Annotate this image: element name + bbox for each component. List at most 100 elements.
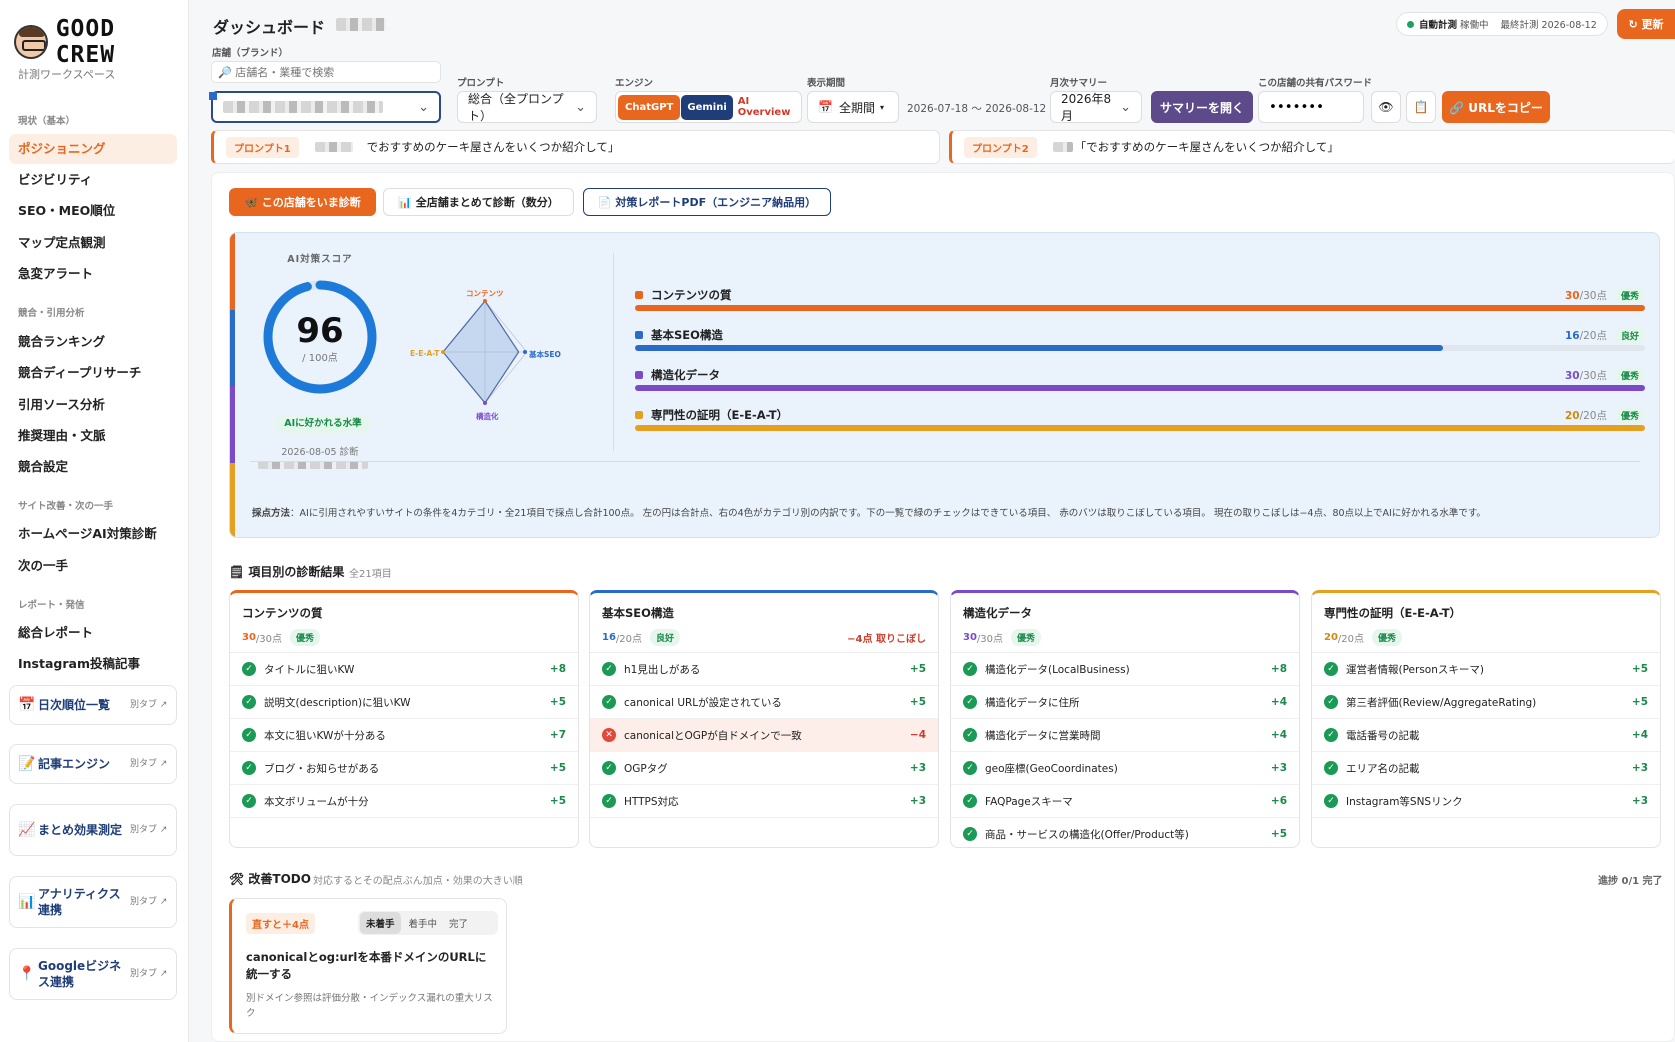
radar-point-structured (483, 401, 487, 405)
color-dot (635, 371, 643, 379)
check-list: ✓ タイトルに狙いKW +8 ✓ 説明文(description)に狙いKW +5 ✓ 本文に… (230, 653, 578, 818)
period-range: 2026-07-18 〜 2026-08-12 (907, 103, 1047, 115)
progress-fill (635, 345, 1443, 351)
method-prefix: 採点方法 (252, 508, 291, 519)
eye-icon: 👁 (1378, 100, 1394, 114)
refresh-button[interactable]: ↻ 更新 (1617, 9, 1675, 39)
item-label: 構造化データ(LocalBusiness) (985, 663, 1130, 676)
nav-citation-sources[interactable]: 引用ソース分析 (9, 390, 177, 420)
item-points: +5 (909, 696, 926, 708)
store-select[interactable] (211, 91, 441, 123)
item-label: canonical URLが設定されている (624, 696, 782, 709)
divider (613, 253, 614, 451)
nav-ai-diagnosis[interactable]: ホームページAI対策診断 (9, 519, 177, 549)
category-score: 30 (1564, 289, 1580, 302)
nav-map-observation[interactable]: マップ定点観測 (9, 228, 177, 258)
todo-gain-tag: 直すと＋4点 (246, 913, 315, 934)
status-not-started[interactable]: 未着手 (360, 912, 401, 934)
color-dot (635, 411, 643, 419)
category-card-structured: 構造化データ 30/30点 優秀 ✓ 構造化データ(LocalBusiness) +8… (950, 590, 1300, 848)
clipboard-button[interactable]: 📋 (1406, 91, 1436, 123)
grade-badge: 優秀 (1614, 367, 1645, 384)
summary-month-select[interactable]: 2026年8月 (1050, 91, 1142, 123)
nav-competitor-ranking[interactable]: 競合ランキング (9, 327, 177, 357)
calendar-icon: 📅 (18, 697, 36, 713)
check-item: ✓ タイトルに狙いKW +8 (230, 653, 578, 686)
nav-total-report[interactable]: 総合レポート (9, 618, 177, 648)
card-score: 16 (602, 632, 616, 643)
check-item: ✓ 構造化データ(LocalBusiness) +8 (951, 653, 1299, 686)
status-in-progress[interactable]: 着手中 (401, 912, 446, 934)
nav-visibility[interactable]: ビジビリティ (9, 165, 177, 195)
engine-chatgpt[interactable]: ChatGPT (618, 94, 681, 120)
item-label: Instagram等SNSリンク (1346, 795, 1463, 808)
share-password-field[interactable] (1258, 91, 1364, 123)
brand-logo[interactable]: GOOD CREW (14, 16, 188, 68)
show-password-button[interactable]: 👁 (1371, 91, 1401, 123)
check-item: ✓ 本文ボリュームが十分 +5 (230, 785, 578, 818)
period-select[interactable]: 📅 全期間 ▾ (807, 91, 899, 123)
status-done[interactable]: 完了 (445, 912, 472, 934)
card-google-business[interactable]: 📍 Googleビジネス連携 別タブ ↗ (9, 948, 177, 1000)
engine-ai-overview[interactable]: AI Overview (733, 89, 799, 125)
loss-note: −4点 取りこぼし (847, 634, 926, 645)
grade-badge: 優秀 (1372, 629, 1403, 646)
store-search-input[interactable] (211, 61, 441, 83)
nav-next-action[interactable]: 次の一手 (9, 551, 177, 581)
diagnose-now-button[interactable]: 🦋 この店舗をいま診断 (229, 188, 376, 216)
redacted-store-value (223, 101, 383, 113)
nav-alerts[interactable]: 急変アラート (9, 259, 177, 289)
memo-icon: 📝 (18, 756, 36, 772)
check-item: ✓ canonical URLが設定されている +5 (590, 686, 938, 719)
check-icon: ✓ (602, 695, 616, 709)
prompt-value: 総合（全プロンプト） (468, 92, 564, 123)
category-bar-eeat: 専門性の証明（E-E-A-T） 20/20点 優秀 (635, 407, 1645, 431)
card-analytics[interactable]: 📊 アナリティクス連携 別タブ ↗ (9, 876, 177, 928)
ai-score-section: AI対策スコア 96 / 100点 AIに好かれる水準 2026-08-05 診… (229, 232, 1660, 538)
todo-title: 🛠 改善TODO (229, 872, 311, 886)
sidebar: GOOD CREW 計測ワークスペース 現状（基本） ポジショニング ビジビリテ… (0, 0, 189, 1042)
item-points: +3 (909, 795, 926, 807)
todo-description: 別ドメイン参照は評価分散・インデックス漏れの重大リスク (246, 993, 493, 1019)
cross-icon: ✕ (602, 728, 616, 742)
check-icon: ✓ (1324, 662, 1338, 676)
progress-fill (635, 425, 1645, 431)
check-icon: ✓ (1324, 794, 1338, 808)
nav-section-reports: レポート・発信 (18, 600, 85, 611)
nav-positioning[interactable]: ポジショニング (9, 134, 177, 164)
card-daily-ranking[interactable]: 📅 日次順位一覧 別タブ ↗ (9, 685, 177, 725)
item-label: 構造化データに住所 (985, 696, 1080, 709)
copy-url-button[interactable]: 🔗 URLをコピー (1442, 91, 1550, 123)
engine-gemini[interactable]: Gemini (681, 94, 733, 120)
item-points: +3 (1631, 795, 1648, 807)
prompt-select[interactable]: 総合（全プロンプト） (457, 91, 597, 123)
todo-status-toggle: 未着手 着手中 完了 (358, 911, 498, 935)
nav-seo-meo[interactable]: SEO・MEO順位 (9, 196, 177, 226)
nav-competitor-research[interactable]: 競合ディープリサーチ (9, 358, 177, 388)
card-article-engine[interactable]: 📝 記事エンジン 別タブ ↗ (9, 744, 177, 784)
check-icon: ✓ (963, 827, 977, 841)
radar-label-content: コンテンツ (466, 289, 504, 298)
diagnosis-date: 2026-08-05 診断 (281, 447, 359, 458)
check-item: ✓ geo座標(GeoCoordinates) +3 (951, 752, 1299, 785)
chart-icon: 📈 (18, 822, 36, 838)
card-summary-effect[interactable]: 📈 まとめ効果測定 別タブ ↗ (9, 804, 177, 856)
nav-instagram[interactable]: Instagram投稿記事 (9, 649, 177, 679)
grade-badge: 優秀 (1614, 407, 1645, 424)
diagnose-all-stores-button[interactable]: 📊 全店舗まとめて診断（数分） (383, 188, 574, 216)
external-tab-label: 別タブ ↗ (130, 897, 168, 907)
check-item: ✓ エリア名の記載 +3 (1312, 752, 1660, 785)
check-icon: ✓ (963, 728, 977, 742)
category-bar-structured: 構造化データ 30/30点 優秀 (635, 367, 1645, 391)
check-item: ✓ 説明文(description)に狙いKW +5 (230, 686, 578, 719)
open-summary-button[interactable]: サマリーを開く (1151, 91, 1253, 123)
card-label: アナリティクス連携 (38, 887, 121, 917)
check-icon: ✓ (242, 761, 256, 775)
report-pdf-button[interactable]: 📄 対策レポートPDF（エンジニア納品用） (583, 188, 831, 216)
category-score: 30 (1564, 369, 1580, 382)
check-item: ✓ ブログ・お知らせがある +5 (230, 752, 578, 785)
nav-competitor-settings[interactable]: 競合設定 (9, 452, 177, 482)
check-icon: ✓ (963, 794, 977, 808)
nav-recommend-reasons[interactable]: 推奨理由・文脈 (9, 421, 177, 451)
check-item: ✓ OGPタグ +3 (590, 752, 938, 785)
